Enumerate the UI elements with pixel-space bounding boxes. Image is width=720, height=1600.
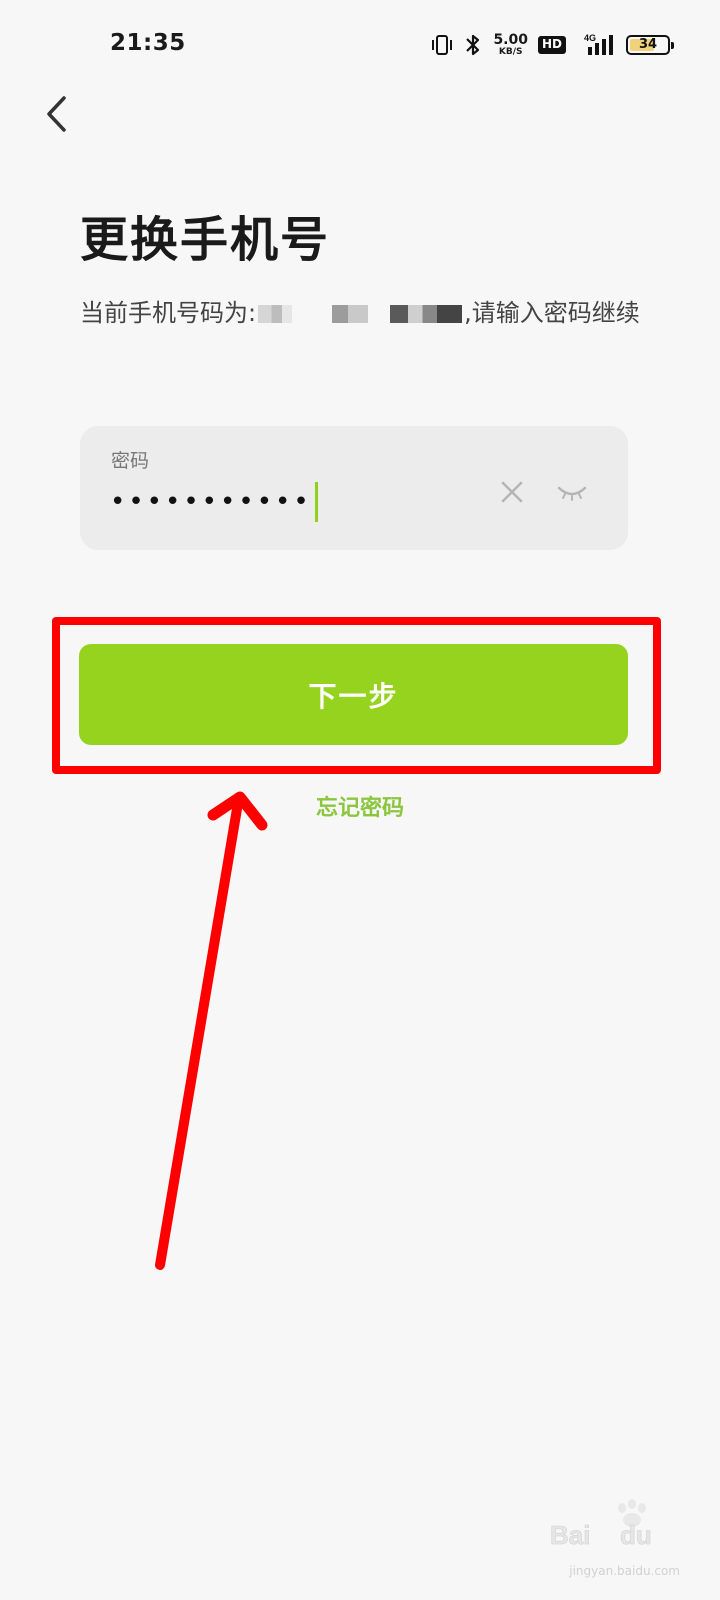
close-icon[interactable] — [498, 478, 526, 506]
chevron-left-icon — [47, 96, 66, 132]
forgot-password-link[interactable]: 忘记密码 — [0, 790, 720, 822]
watermark: Bai du jingyan.baidu.com — [540, 1498, 680, 1578]
signal-icon: 4G — [584, 33, 613, 55]
network-type-label: 4G — [584, 33, 596, 43]
description-suffix: ,请输入密码继续 — [464, 299, 640, 327]
battery-icon: 34 — [626, 35, 674, 55]
password-label: 密码 — [111, 450, 150, 472]
password-value: ••••••••••• — [110, 487, 312, 517]
vibrate-icon — [432, 35, 453, 55]
svg-text:Bai: Bai — [550, 1520, 590, 1550]
network-speed-value: 5.00 — [493, 32, 528, 48]
description-prefix: 当前手机号码为: — [80, 299, 257, 327]
hd-icon: HD — [537, 36, 566, 54]
status-bar: 21:35 5.00 KB/S HD 4G 34 — [0, 0, 720, 92]
network-speed: 5.00 KB/S — [493, 33, 528, 57]
watermark-url: jingyan.baidu.com — [569, 1564, 680, 1578]
password-field[interactable]: 密码 ••••••••••• — [80, 426, 628, 550]
baidu-logo-icon: Bai du — [550, 1499, 652, 1550]
phone-description: 当前手机号码为: ,请输入密码继续 — [80, 294, 640, 332]
bluetooth-icon — [466, 34, 480, 56]
masked-phone-part — [258, 305, 293, 323]
battery-level: 34 — [638, 37, 658, 52]
masked-phone-part — [332, 305, 369, 323]
text-cursor — [314, 482, 318, 522]
eye-closed-icon[interactable] — [556, 478, 588, 506]
status-time: 21:35 — [110, 30, 186, 56]
status-icons: 5.00 KB/S HD 4G 34 — [431, 30, 674, 60]
page-title: 更换手机号 — [80, 212, 331, 268]
svg-text:du: du — [620, 1520, 652, 1550]
next-button[interactable]: 下一步 — [79, 644, 628, 745]
password-input[interactable]: ••••••••••• — [110, 482, 490, 522]
back-button[interactable] — [36, 92, 76, 136]
network-speed-unit: KB/S — [498, 47, 523, 57]
masked-phone-part — [390, 305, 463, 323]
